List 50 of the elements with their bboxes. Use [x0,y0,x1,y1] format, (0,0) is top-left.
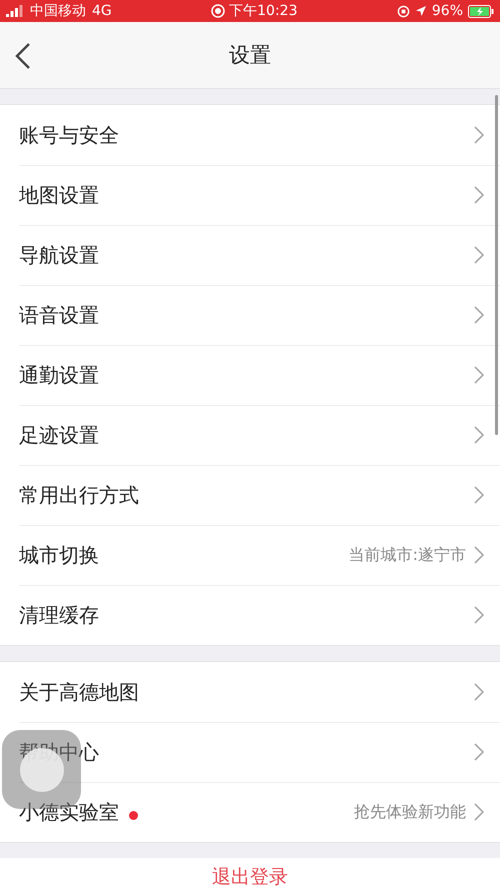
chevron-icon [474,366,484,384]
row-label: 城市切换 [19,542,99,568]
logout-button[interactable]: 退出登录 [0,858,500,889]
chevron-icon [474,306,484,324]
record-icon [211,4,226,18]
network-type: 4G [92,3,112,19]
settings-row[interactable]: 常用出行方式 [0,465,500,525]
row-value: 抢先体验新功能 [354,802,466,822]
signal-icon [6,5,24,17]
carrier-name: 中国移动 [30,2,86,20]
battery-icon [468,4,494,18]
clock: 下午10:23 [229,2,298,20]
chevron-icon [474,126,484,144]
row-value: 当前城市:遂宁市 [348,544,466,566]
chevron-icon [474,546,484,564]
location-icon [414,5,427,17]
row-label: 导航设置 [19,242,99,268]
settings-row[interactable]: 足迹设置 [0,405,500,465]
row-label: 帮助中心 [19,738,99,766]
row-label: 常用出行方式 [19,482,139,508]
row-label: 地图设置 [19,182,99,208]
chevron-icon [474,743,484,761]
settings-row[interactable]: 语音设置 [0,285,500,345]
settings-row[interactable]: 关于高德地图 [0,662,500,722]
row-label: 关于高德地图 [19,678,139,706]
rotation-lock-icon [396,4,410,18]
row-label: 清理缓存 [19,602,99,628]
chevron-icon [474,486,484,504]
chevron-icon [474,606,484,624]
chevron-icon [474,186,484,204]
settings-row[interactable]: 城市切换 当前城市:遂宁市 [0,525,500,585]
settings-row[interactable]: 账号与安全 [0,105,500,165]
chevron-icon [474,246,484,264]
settings-row[interactable]: 清理缓存 [0,585,500,645]
settings-row[interactable]: 帮助中心 [0,722,500,782]
row-label: 小德实验室 [19,798,119,826]
settings-row[interactable]: 通勤设置 [0,345,500,405]
row-label: 语音设置 [19,302,99,328]
row-label: 足迹设置 [19,422,99,448]
battery-percent: 96% [432,3,463,19]
back-icon[interactable] [14,42,32,70]
chevron-icon [474,683,484,701]
row-label: 通勤设置 [19,362,99,388]
chevron-icon [474,803,484,821]
settings-row[interactable]: 小德实验室 抢先体验新功能 [0,782,500,842]
page-title: 设置 [229,43,271,67]
row-label: 账号与安全 [19,122,119,148]
chevron-icon [474,426,484,444]
settings-row[interactable]: 导航设置 [0,225,500,285]
settings-row[interactable]: 地图设置 [0,165,500,225]
